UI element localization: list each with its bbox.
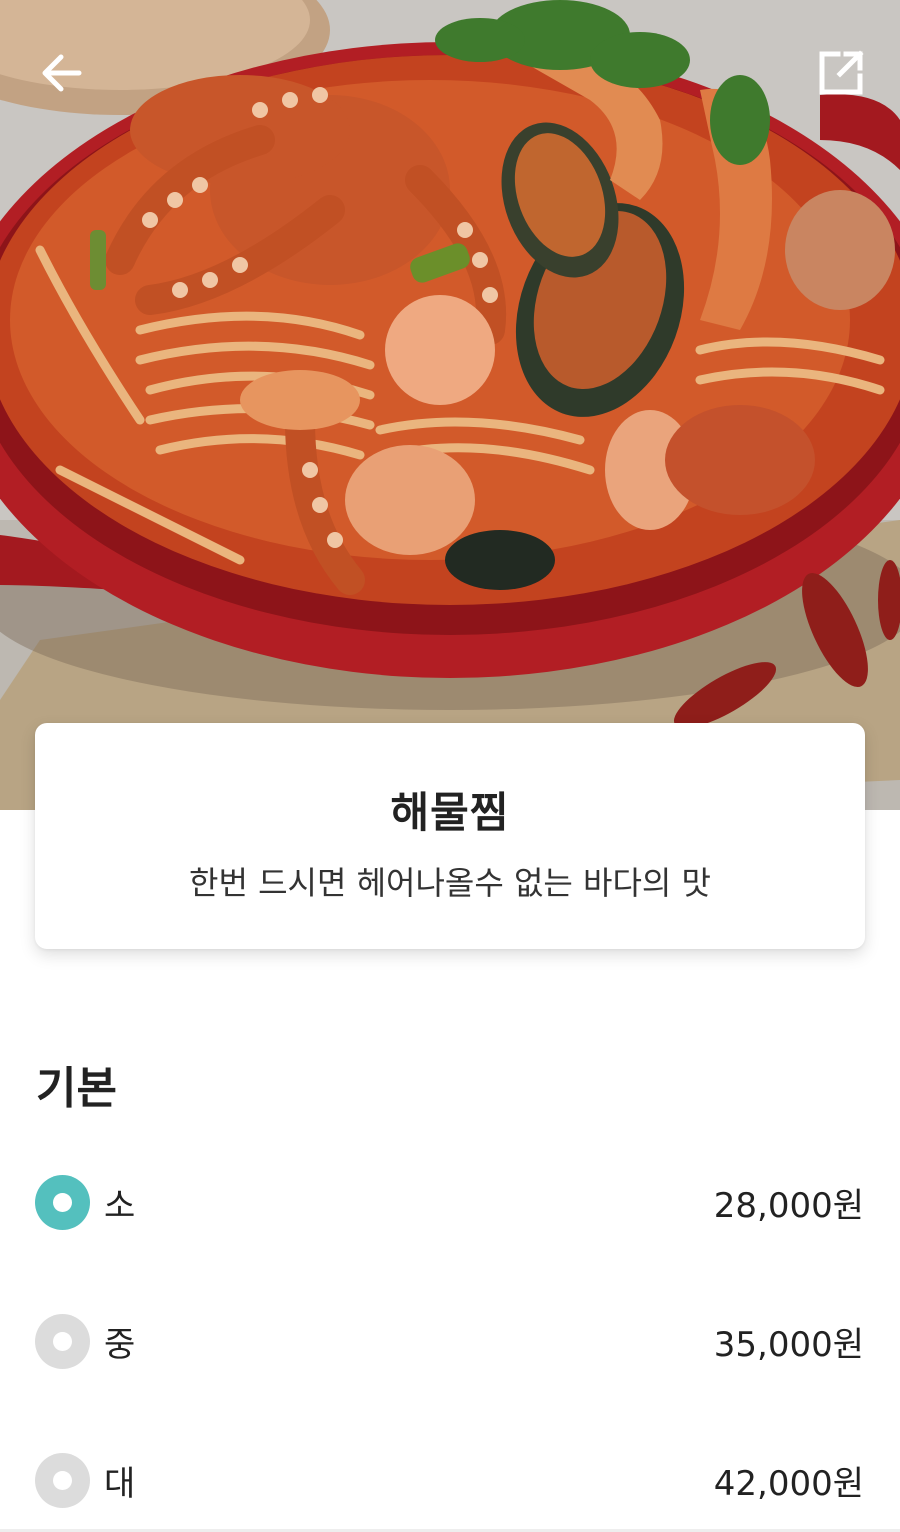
option-label: 중: [104, 1324, 136, 1365]
option-price: 35,000원: [713, 1324, 864, 1365]
radio-unselected-icon[interactable]: [35, 1452, 90, 1508]
option-label: 대: [104, 1463, 136, 1504]
option-row-small[interactable]: 소 28,000원: [0, 1152, 900, 1252]
menu-hero-image: [0, 0, 900, 815]
radio-unselected-icon[interactable]: [35, 1313, 90, 1369]
menu-detail-screen: 해물찜 한번 드시면 헤어나올수 없는 바다의 맛 기본 소 28,000원 중…: [0, 0, 900, 1532]
share-button[interactable]: [808, 40, 874, 106]
option-row-medium[interactable]: 중 35,000원: [0, 1291, 900, 1391]
options-section-title: 기본: [36, 1063, 117, 1114]
option-price: 28,000원: [713, 1185, 864, 1226]
back-button[interactable]: [28, 40, 94, 106]
radio-selected-icon[interactable]: [35, 1174, 90, 1230]
option-row-large[interactable]: 대 42,000원: [0, 1430, 900, 1530]
menu-title-card: 해물찜 한번 드시면 헤어나올수 없는 바다의 맛: [35, 723, 865, 949]
menu-description: 한번 드시면 헤어나올수 없는 바다의 맛: [189, 864, 711, 902]
menu-name: 해물찜: [390, 788, 510, 837]
share-external-icon: [819, 50, 864, 95]
option-price: 42,000원: [713, 1463, 864, 1504]
option-label: 소: [104, 1185, 136, 1226]
arrow-left-icon: [42, 54, 82, 92]
